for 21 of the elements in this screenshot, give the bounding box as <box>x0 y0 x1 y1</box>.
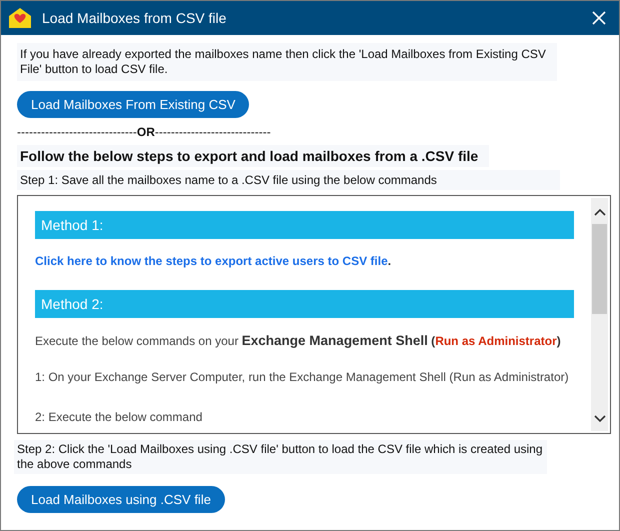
instruction-line: Click here to know the steps to export active users to CSV file. <box>35 254 392 268</box>
window-title: Load Mailboxes from CSV file <box>42 10 228 26</box>
method-header: Method 1: <box>35 211 574 239</box>
scroll-down-icon[interactable] <box>594 415 606 423</box>
scrollbar[interactable] <box>591 198 608 431</box>
instruction-line: Execute the below commands on your Exchange Management Shell (Run as Administrator) <box>35 333 562 348</box>
app-logo-icon <box>8 7 32 29</box>
method-header: Method 2: <box>35 290 574 318</box>
scroll-up-icon[interactable] <box>594 208 606 216</box>
load-csv-file-button[interactable]: Load Mailboxes using .CSV file <box>17 486 225 513</box>
instruction-text: If you have already exported the mailboxes name then click the 'Load Mailboxes from Existing CSV File' button to load CSV file. <box>17 43 557 81</box>
or-separator: ------------------------------OR----------------------------- <box>17 125 271 139</box>
load-existing-csv-button[interactable]: Load Mailboxes From Existing CSV <box>17 91 250 118</box>
steps-link[interactable]: Click here to know the steps to export active users to CSV file <box>35 254 388 268</box>
instruction-line: 2: Execute the below command <box>35 410 204 424</box>
instruction-line: 1: On your Exchange Server Computer, run the Exchange Management Shell (Run as Administrator) <box>35 370 570 384</box>
close-icon[interactable] <box>591 10 607 26</box>
step-one-text: Step 1: Save all the mailboxes name to a .CSV file using the below commands <box>17 170 560 190</box>
steps-heading: Follow the below steps to export and load mailboxes from a .CSV file <box>17 145 489 167</box>
step-two-text: Step 2: Click the 'Load Mailboxes using .CSV file' button to load the CSV file which is created using the above commands <box>14 440 547 474</box>
scrollbar-thumb[interactable] <box>592 224 607 314</box>
